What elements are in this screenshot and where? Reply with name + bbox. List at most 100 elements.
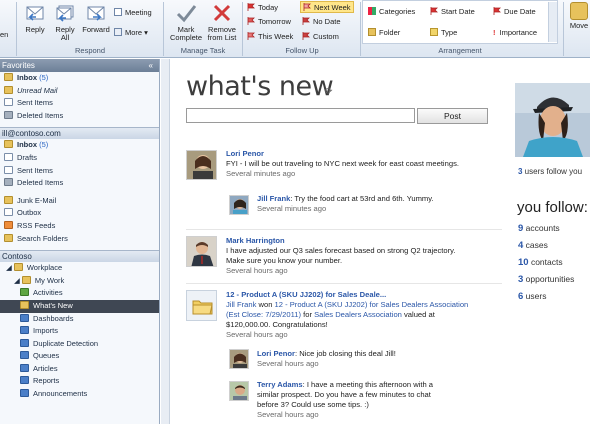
divider — [186, 283, 502, 284]
avatar-mark-harrington[interactable] — [186, 236, 217, 267]
post-author[interactable]: Lori Penor — [257, 349, 295, 358]
folder-button[interactable]: Folder — [368, 27, 400, 39]
opportunity-avatar[interactable] — [186, 290, 217, 321]
acct-sent-items[interactable]: Sent Items — [0, 165, 159, 178]
opportunity-link-cont[interactable]: (Est Close: 7/29/2011) — [226, 310, 301, 319]
group-separator — [163, 2, 164, 56]
reply-all-label-2: All — [60, 33, 70, 42]
nav-activities[interactable]: Activities — [0, 287, 159, 300]
acct-drafts[interactable]: Drafts — [0, 152, 159, 165]
acct-search-folders[interactable]: Search Folders — [0, 233, 159, 246]
refresh-icon[interactable]: ⟳ — [325, 86, 333, 97]
categories-button[interactable]: Categories — [368, 6, 415, 18]
follow-opportunities[interactable]: 3 opportunities — [518, 274, 574, 285]
post-text-line: before 3? Could use some tips. :) — [257, 400, 369, 409]
fav-unread-mail[interactable]: Unread Mail — [0, 85, 159, 98]
post-time: Several minutes ago — [257, 204, 327, 213]
nav-imports[interactable]: Imports — [0, 325, 159, 338]
post-author[interactable]: Terry Adams — [257, 380, 303, 389]
expand-icon[interactable]: ◢ — [6, 263, 14, 272]
post-author[interactable]: Mark Harrington — [226, 236, 526, 246]
reply-all-button[interactable]: Reply All — [51, 2, 79, 42]
opportunity-title[interactable]: 12 - Product A (SKU JJ202) for Sales Dea… — [226, 290, 526, 300]
post-input[interactable] — [186, 108, 415, 123]
acct-deleted-items[interactable]: Deleted Items — [0, 177, 159, 190]
post-text: : Try the food cart at 53rd and 6th. Yum… — [290, 194, 434, 203]
nav-workplace[interactable]: ◢ Workplace — [0, 262, 159, 275]
acct-inbox[interactable]: Inbox (5) — [0, 139, 159, 152]
arrangement-group-label: Arrangement — [438, 46, 482, 55]
remove-from-list-button[interactable]: Remove from List — [204, 2, 240, 42]
fav-sent-label: Sent Items — [17, 98, 53, 108]
respond-group-label: Respond — [74, 46, 106, 55]
post-button[interactable]: Post — [417, 108, 488, 124]
fav-deleted-items[interactable]: Deleted Items — [0, 110, 159, 123]
fav-inbox[interactable]: Inbox (5) — [0, 72, 159, 85]
dashboards-label: Dashboards — [33, 313, 74, 323]
follow-contacts[interactable]: 10 contacts — [518, 257, 563, 268]
follow-accounts[interactable]: 9 accounts — [518, 223, 560, 234]
tomorrow-button[interactable]: Tomorrow — [247, 16, 291, 28]
navigation-pane: Favorites « Inbox (5) Unread Mail Sent I… — [0, 59, 160, 424]
avatar-terry-adams[interactable] — [229, 381, 249, 401]
gallery-scrollbar[interactable] — [548, 2, 557, 42]
collapse-pane-icon[interactable]: « — [149, 59, 153, 72]
nav-my-work[interactable]: ◢ My Work — [0, 275, 159, 288]
nav-dashboards[interactable]: Dashboards — [0, 313, 159, 326]
junk-icon — [4, 195, 13, 204]
start-date-button[interactable]: Start Date — [430, 6, 475, 18]
acct-inbox-count: (5) — [39, 140, 49, 150]
acct-rss-feeds[interactable]: RSS Feeds — [0, 220, 159, 233]
account-header[interactable]: ill@contoso.com — [0, 127, 159, 140]
forward-button[interactable]: Forward — [80, 2, 112, 34]
post-author[interactable]: Jill Frank — [257, 194, 290, 203]
fav-sent-items[interactable]: Sent Items — [0, 97, 159, 110]
pane-splitter[interactable] — [161, 59, 170, 424]
post-time: Several hours ago — [226, 266, 288, 275]
acct-outbox[interactable]: Outbox — [0, 207, 159, 220]
next-week-button[interactable]: Next Week — [300, 1, 354, 13]
favorites-header[interactable]: Favorites « — [0, 59, 159, 72]
acct-deleted-label: Deleted Items — [17, 178, 64, 188]
more-button[interactable]: More ▾ — [114, 27, 148, 39]
account-link[interactable]: Sales Dealers Association — [314, 310, 402, 319]
custom-button[interactable]: Custom — [302, 31, 339, 43]
followers-summary[interactable]: 3 users follow you — [518, 167, 582, 176]
inbox-icon — [4, 73, 13, 81]
mark-complete-button[interactable]: Mark Complete — [166, 2, 206, 42]
you-follow-heading: you follow: — [517, 199, 588, 216]
expand-icon[interactable]: ◢ — [14, 276, 22, 285]
meeting-button[interactable]: Meeting — [114, 7, 152, 19]
org-header[interactable]: Contoso — [0, 250, 159, 263]
no-date-button[interactable]: No Date — [302, 16, 341, 28]
acct-junk-email[interactable]: Junk E-Mail — [0, 195, 159, 208]
actor-link[interactable]: Jill Frank — [226, 300, 256, 309]
articles-icon — [20, 363, 29, 372]
folder-icon — [13, 263, 23, 272]
nav-articles[interactable]: Articles — [0, 363, 159, 376]
follow-users[interactable]: 6 users — [518, 291, 546, 302]
avatar-lori-penor-small[interactable] — [229, 349, 249, 369]
forward-label: Forward — [82, 25, 110, 34]
nav-queues[interactable]: Queues — [0, 350, 159, 363]
nav-duplicate-detection[interactable]: Duplicate Detection — [0, 338, 159, 351]
opportunity-link[interactable]: 12 - Product A (SKU JJ202) for Sales Dea… — [275, 300, 469, 309]
nav-reports[interactable]: Reports — [0, 375, 159, 388]
search-folder-icon — [4, 85, 13, 94]
due-date-button[interactable]: Due Date — [493, 6, 536, 18]
reply-button[interactable]: Reply — [20, 2, 50, 34]
today-button[interactable]: Today — [247, 2, 278, 14]
nav-announcements[interactable]: Announcements — [0, 388, 159, 401]
profile-photo[interactable] — [515, 83, 590, 157]
type-button[interactable]: Type — [430, 27, 457, 39]
divider — [186, 229, 502, 230]
avatar-lori-penor[interactable] — [186, 150, 217, 180]
avatar-jill-frank[interactable] — [229, 195, 249, 215]
move-button[interactable]: Move — [566, 2, 590, 30]
importance-button[interactable]: ! Importance — [493, 27, 537, 39]
follow-cases[interactable]: 4 cases — [518, 240, 548, 251]
this-week-button[interactable]: This Week — [247, 31, 293, 43]
flag-icon — [302, 32, 310, 40]
post-author[interactable]: Lori Penor — [226, 149, 526, 159]
nav-whats-new[interactable]: What's New — [0, 299, 159, 313]
